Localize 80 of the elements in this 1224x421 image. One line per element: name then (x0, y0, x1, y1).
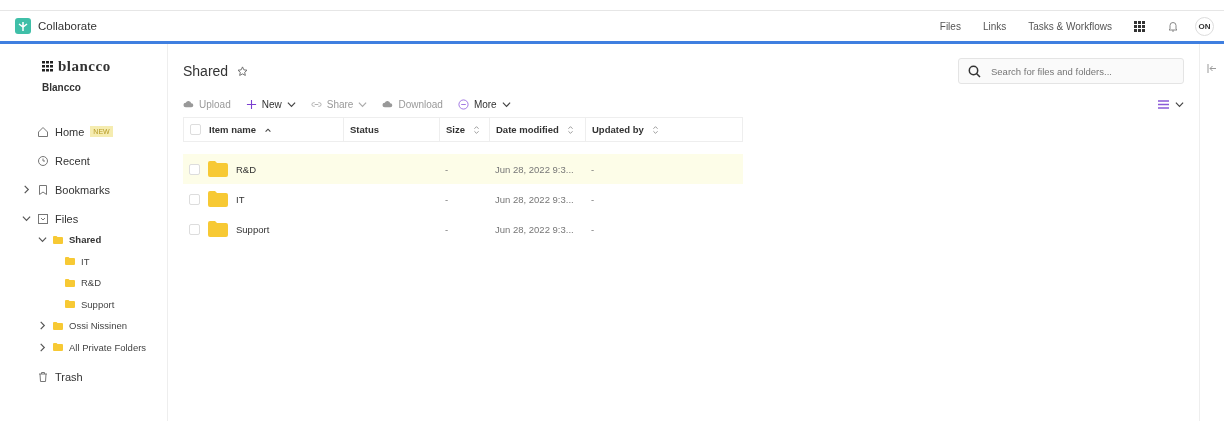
nav-item[interactable]: Files (55, 212, 79, 225)
collapse-panel-icon[interactable] (1207, 64, 1217, 73)
bookmark-icon (37, 183, 49, 196)
nav-item[interactable]: Home (55, 125, 85, 138)
checkbox[interactable] (189, 223, 200, 235)
date-cell: Jun 28, 2022 9:3... (495, 163, 574, 175)
chevron-down-icon[interactable] (38, 235, 47, 245)
logo-grid-icon (42, 61, 54, 72)
toolbar-button[interactable]: More (457, 98, 511, 110)
folder-icon (65, 278, 75, 287)
chevron-right-icon[interactable] (22, 185, 31, 194)
column-header[interactable]: Item name (209, 124, 256, 135)
tree-item[interactable]: IT (81, 255, 90, 267)
org-name: Blancco (42, 82, 82, 93)
search-field[interactable]: Search for files and folders... (958, 58, 1184, 84)
table-row[interactable]: IT - Jun 28, 2022 9:3... - (183, 184, 743, 214)
sort-icon[interactable] (566, 124, 574, 135)
size-cell: - (445, 163, 449, 175)
date-cell: Jun 28, 2022 9:3... (495, 193, 574, 205)
tree-item[interactable]: Support (81, 298, 115, 310)
column-header[interactable]: Date modified (496, 124, 559, 135)
nav-item[interactable]: Recent (55, 154, 90, 167)
nav-link[interactable]: Tasks & Workflows (1028, 20, 1112, 32)
table-row[interactable]: Support - Jun 28, 2022 9:3... - (183, 214, 743, 244)
folder-icon (53, 235, 63, 244)
toolbar-button[interactable]: New (245, 98, 296, 110)
table-row[interactable]: R&D - Jun 28, 2022 9:3... - (183, 154, 743, 184)
checkbox[interactable] (190, 124, 201, 135)
bell-icon[interactable] (1167, 20, 1179, 32)
tree-item[interactable]: Shared (69, 234, 102, 246)
clock-icon (37, 154, 49, 167)
folder-icon (65, 257, 75, 266)
nav-link[interactable]: Links (982, 20, 1007, 32)
sort-icon[interactable] (651, 124, 659, 135)
search-icon (968, 64, 981, 78)
star-icon[interactable] (237, 65, 249, 77)
checkbox[interactable] (189, 193, 200, 205)
tree-item[interactable]: R&D (81, 277, 102, 289)
app-logo-icon (15, 18, 31, 34)
more-icon (457, 98, 469, 110)
updated-by-cell: - (591, 163, 595, 175)
column-header[interactable]: Updated by (592, 124, 644, 135)
cloud-upload-icon (183, 98, 194, 110)
list-view-icon[interactable] (1158, 99, 1169, 109)
folder-icon (208, 161, 228, 177)
column-header[interactable]: Size (446, 124, 465, 135)
folder-icon (65, 300, 75, 309)
item-name[interactable]: IT (236, 193, 245, 205)
date-cell: Jun 28, 2022 9:3... (495, 223, 574, 235)
chevron-down-icon[interactable] (1175, 99, 1184, 109)
cloud-download-icon (382, 98, 394, 110)
tree-item[interactable]: Ossi Nissinen (69, 320, 128, 332)
trash-icon (37, 370, 49, 383)
chevron-right-icon[interactable] (38, 321, 47, 331)
folder-icon (53, 343, 63, 352)
page-title: Shared (183, 63, 229, 79)
org-logo: blancco (58, 58, 111, 75)
size-cell: - (445, 223, 449, 235)
nav-item[interactable]: Bookmarks (55, 183, 111, 196)
folder-icon (208, 191, 228, 207)
chevron-down-icon[interactable] (22, 214, 31, 223)
column-header[interactable]: Status (350, 124, 380, 135)
plus-icon (245, 98, 257, 110)
folder-icon (53, 321, 63, 330)
app-title: Collaborate (38, 20, 97, 32)
folder-icon (208, 221, 228, 237)
updated-by-cell: - (591, 193, 595, 205)
checkbox[interactable] (189, 163, 200, 175)
item-name[interactable]: R&D (236, 163, 257, 175)
chevron-right-icon[interactable] (38, 342, 47, 352)
nav-item[interactable]: Trash (55, 370, 83, 383)
tree-item[interactable]: All Private Folders (69, 341, 147, 353)
apps-grid-icon[interactable] (1134, 20, 1145, 32)
sort-icon[interactable] (473, 124, 480, 135)
file-box-icon (37, 212, 49, 225)
updated-by-cell: - (591, 223, 595, 235)
size-cell: - (445, 193, 449, 205)
nav-link[interactable]: Files (939, 20, 961, 32)
home-icon (37, 125, 49, 138)
item-name[interactable]: Support (236, 223, 270, 235)
